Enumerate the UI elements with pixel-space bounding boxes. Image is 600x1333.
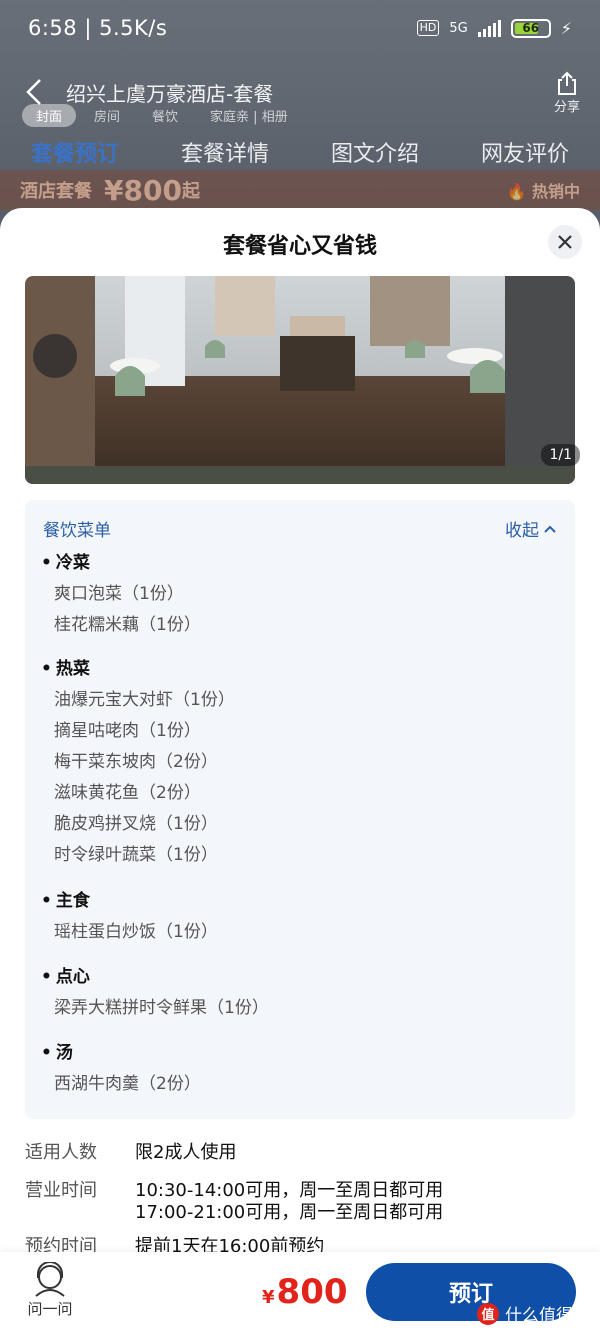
package-sheet: 套餐省心又省钱 1/1 餐饮菜单 收起 • 冷菜 爽口泡菜（1份） 桂花糯米藕（…	[0, 208, 600, 1333]
section-tabs: 套餐预订 套餐详情 图文介绍 网友评价	[0, 136, 600, 168]
watermark-text: 什么值得买	[505, 1306, 590, 1326]
collapse-label: 收起	[505, 521, 539, 541]
promo-hot: 🔥 热销中	[506, 182, 580, 201]
background-page: 6:58 | 5.5K/s HD 5G 66 ⚡ 绍兴上虞万豪酒店-套餐 分享	[0, 0, 600, 230]
menu-header: 餐饮菜单	[43, 521, 111, 541]
info-label: 营业时间	[25, 1180, 97, 1201]
page-title: 绍兴上虞万豪酒店-套餐	[66, 81, 274, 106]
battery-icon: 66	[510, 18, 551, 38]
menu-item: 时令绿叶蔬菜（1份）	[54, 845, 218, 865]
info-value: 限2成人使用	[135, 1142, 237, 1163]
menu-item: 西湖牛肉羹（2份）	[54, 1074, 201, 1094]
status-time-speed: 6:58 | 5.5K/s	[28, 16, 168, 40]
tab-reviews[interactable]: 网友评价	[481, 136, 569, 168]
watermark: 值 什么值得买	[477, 1301, 590, 1326]
tab-package-booking[interactable]: 套餐预订	[31, 136, 119, 168]
customer-service-icon	[35, 1262, 65, 1297]
tab-package-details[interactable]: 套餐详情	[181, 136, 269, 168]
tab-image-intro[interactable]: 图文介绍	[331, 136, 419, 168]
menu-item: 桂花糯米藕（1份）	[54, 615, 201, 635]
chevron-up-icon	[544, 525, 556, 533]
menu-item: 摘星咕咾肉（1份）	[54, 721, 201, 741]
menu-category: 主食	[41, 886, 90, 911]
menu-item: 脆皮鸡拼叉烧（1份）	[54, 814, 218, 834]
restaurant-photo[interactable]	[25, 276, 575, 484]
hd-icon: HD	[416, 20, 440, 36]
gallery-tab-cover[interactable]: 封面	[22, 104, 77, 127]
total-price: ¥ 800	[262, 1272, 348, 1312]
menu-item: 爽口泡菜（1份）	[54, 584, 184, 604]
gallery-tabs: 封面 房间 餐饮 家庭亲 | 相册	[22, 104, 302, 127]
gallery-tab-dining[interactable]: 餐饮	[138, 104, 192, 127]
sheet-title: 套餐省心又省钱	[222, 234, 377, 259]
share-button[interactable]: 分享	[554, 70, 580, 115]
price-value: 800	[276, 1272, 348, 1312]
menu-item: 瑶柱蛋白炒饭（1份）	[54, 922, 218, 942]
gallery-tab-rooms[interactable]: 房间	[80, 104, 134, 127]
close-button[interactable]	[548, 225, 582, 259]
close-icon	[558, 235, 572, 249]
menu-item: 梁弄大糕拼时令鲜果（1份）	[54, 998, 269, 1018]
promo-strip: 酒店套餐 ¥800 起 🔥 热销中	[0, 170, 600, 210]
menu-category: 热菜	[41, 654, 90, 679]
promo-label: 酒店套餐	[20, 181, 92, 202]
network-label: 5G	[449, 20, 468, 36]
photo-counter: 1/1	[541, 444, 580, 466]
signal-icon	[477, 19, 501, 37]
menu-category: 冷菜	[41, 548, 90, 573]
status-bar: 6:58 | 5.5K/s HD 5G 66 ⚡	[0, 0, 600, 56]
share-label: 分享	[553, 99, 580, 115]
ask-label: 问一问	[27, 1300, 73, 1318]
charging-icon: ⚡	[560, 18, 572, 38]
watermark-logo: 值	[477, 1302, 499, 1325]
menu-item: 滋味黄花鱼（2份）	[54, 783, 201, 803]
gallery-tab-family[interactable]: 家庭亲 | 相册	[196, 104, 302, 127]
ask-button[interactable]: 问一问	[22, 1262, 78, 1319]
promo-suffix: 起	[181, 181, 200, 202]
promo-price: ¥800	[104, 173, 182, 207]
menu-card: 餐饮菜单 收起 冷菜 爽口泡菜（1份） 桂花糯米藕（1份） 热菜 油爆元宝大对虾…	[25, 500, 575, 1119]
battery-level: 66	[522, 21, 540, 35]
price-symbol: ¥	[262, 1287, 275, 1308]
collapse-button[interactable]: 收起	[505, 516, 557, 541]
info-value: 17:00-21:00可用，周一至周日都可用	[135, 1202, 444, 1223]
share-icon	[557, 71, 576, 95]
menu-item: 梅干菜东坡肉（2份）	[54, 752, 218, 772]
info-label: 适用人数	[25, 1142, 97, 1163]
menu-item: 油爆元宝大对虾（1份）	[54, 690, 235, 710]
menu-category: 点心	[41, 962, 90, 987]
menu-category: 汤	[41, 1038, 73, 1063]
